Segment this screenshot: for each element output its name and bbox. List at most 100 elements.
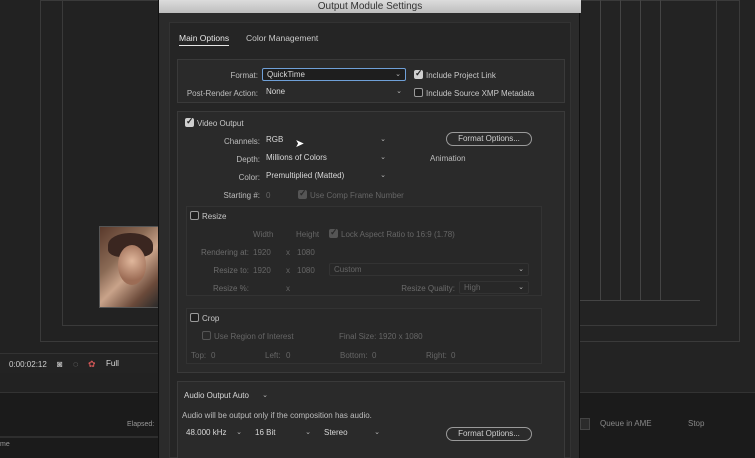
crop-right-value[interactable]: 0 — [451, 351, 455, 360]
bottom-left-label: me — [0, 441, 10, 448]
audio-output-panel: Audio Output Auto ⌄ Audio will be output… — [177, 381, 565, 458]
video-format-options-button[interactable]: Format Options... — [446, 132, 532, 146]
output-module-dialog: Output Module Settings Main Options Colo… — [158, 0, 581, 458]
chevron-down-icon: ⌄ — [396, 88, 402, 95]
crop-bottom-label: Bottom: — [340, 351, 368, 360]
resize-preset-value: Custom — [334, 265, 362, 274]
include-project-link-label: Include Project Link — [426, 71, 496, 80]
audio-format-options-button[interactable]: Format Options... — [446, 427, 532, 441]
queue-in-ame-button[interactable]: Queue in AME — [600, 419, 652, 428]
channels-select[interactable]: RGB ⌄ — [262, 134, 390, 147]
resize-quality-select[interactable]: High ⌄ — [459, 281, 529, 294]
audio-bits-value: 16 Bit — [255, 428, 276, 437]
audio-rate-value: 48.000 kHz — [186, 428, 227, 437]
use-comp-frame-checkbox[interactable] — [298, 188, 307, 199]
color-channel-icon[interactable]: ✿ — [88, 359, 96, 370]
channels-value: RGB — [266, 135, 284, 144]
resize-panel: Resize Width Height Lock Aspect Ratio to… — [186, 206, 542, 296]
chevron-down-icon: ⌄ — [518, 266, 524, 273]
resize-pct-label: Resize %: — [212, 284, 249, 293]
channels-label: Channels: — [223, 137, 260, 146]
chevron-down-icon: ⌄ — [395, 71, 401, 78]
chevron-down-icon: ⌄ — [236, 429, 242, 436]
crop-top-value[interactable]: 0 — [211, 351, 215, 360]
chevron-down-icon: ⌄ — [380, 154, 386, 161]
chevron-down-icon: ⌄ — [374, 429, 380, 436]
post-render-value: None — [266, 87, 286, 96]
audio-bits-select[interactable]: 16 Bit ⌄ — [251, 427, 315, 440]
queue-checkbox[interactable] — [580, 418, 590, 430]
post-render-label: Post-Render Action: — [186, 89, 258, 98]
starting-number-label: Starting #: — [223, 191, 260, 200]
width-header: Width — [253, 230, 274, 239]
chevron-down-icon: ⌄ — [262, 392, 268, 399]
lock-aspect-label: Lock Aspect Ratio to 16:9 (1.78) — [341, 230, 455, 239]
format-label: Format: — [230, 71, 258, 80]
use-roi-label: Use Region of Interest — [214, 332, 294, 341]
crop-label: Crop — [202, 314, 220, 323]
audio-output-mode-select[interactable]: Audio Output Auto ⌄ — [180, 390, 272, 403]
stop-button[interactable]: Stop — [688, 419, 704, 428]
video-output-label: Video Output — [197, 119, 244, 128]
chevron-down-icon: ⌄ — [380, 136, 386, 143]
rendering-at-height: 1080 — [297, 248, 315, 257]
crop-right-label: Right: — [426, 351, 447, 360]
rendering-at-label: Rendering at: — [200, 248, 249, 257]
use-roi-checkbox[interactable] — [202, 331, 211, 340]
include-xmp-checkbox[interactable] — [414, 88, 423, 97]
chevron-down-icon: ⌄ — [518, 284, 524, 291]
snapshot-icon[interactable]: ◌ — [73, 359, 78, 369]
dialog-body: Main Options Color Management Format: Qu… — [169, 22, 571, 458]
resize-label: Resize — [202, 212, 227, 221]
tab-color-management[interactable]: Color Management — [246, 33, 318, 43]
thumbnail-face — [118, 245, 146, 285]
resize-to-height[interactable]: 1080 — [297, 266, 315, 275]
lock-aspect-checkbox[interactable] — [329, 227, 338, 238]
viewer-toolbar: 0:00:02:12 ◙ ◌ ✿ Full — [0, 353, 158, 373]
include-project-link-checkbox[interactable] — [414, 68, 423, 79]
format-select[interactable]: QuickTime ⌄ — [262, 68, 406, 81]
video-output-checkbox[interactable] — [185, 116, 194, 127]
include-xmp-label: Include Source XMP Metadata — [426, 89, 535, 98]
resize-pct-x: x — [286, 284, 290, 293]
depth-value: Millions of Colors — [266, 153, 327, 162]
crop-left-value[interactable]: 0 — [286, 351, 290, 360]
camera-icon[interactable]: ◙ — [57, 359, 62, 369]
mouse-cursor-icon: ➤ — [295, 138, 305, 150]
rendering-at-width: 1920 — [253, 248, 271, 257]
use-comp-frame-label: Use Comp Frame Number — [310, 191, 404, 200]
codec-label: Animation — [430, 154, 466, 163]
resize-to-width[interactable]: 1920 — [253, 266, 271, 275]
video-output-panel: Video Output Channels: RGB ⌄ Depth: Mill… — [177, 111, 565, 373]
post-render-select[interactable]: None ⌄ — [262, 86, 406, 99]
dialog-title: Output Module Settings — [159, 0, 581, 13]
resize-to-x: x — [286, 266, 290, 275]
audio-channels-value: Stereo — [324, 428, 348, 437]
audio-note: Audio will be output only if the composi… — [182, 411, 372, 420]
crop-checkbox[interactable] — [190, 313, 199, 322]
crop-bottom-value[interactable]: 0 — [372, 351, 376, 360]
resize-quality-label: Resize Quality: — [401, 284, 455, 293]
final-size: Final Size: 1920 x 1080 — [339, 332, 423, 341]
guide-line — [580, 300, 700, 301]
timecode[interactable]: 0:00:02:12 — [9, 360, 47, 369]
audio-channels-select[interactable]: Stereo ⌄ — [320, 427, 384, 440]
resolution-select[interactable]: Full — [106, 359, 119, 368]
elapsed-label: Elapsed: — [127, 421, 155, 428]
starting-number-value[interactable]: 0 — [266, 191, 270, 200]
chevron-down-icon: ⌄ — [305, 429, 311, 436]
format-panel: Format: QuickTime ⌄ Post-Render Action: … — [177, 59, 565, 103]
tab-main-options[interactable]: Main Options — [179, 33, 230, 46]
guide-line — [640, 0, 641, 300]
resize-preset-select[interactable]: Custom ⌄ — [329, 263, 529, 276]
audio-rate-select[interactable]: 48.000 kHz ⌄ — [182, 427, 246, 440]
crop-top-label: Top: — [191, 351, 207, 360]
crop-panel: Crop Use Region of Interest Final Size: … — [186, 308, 542, 364]
color-value: Premultiplied (Matted) — [266, 171, 345, 180]
color-select[interactable]: Premultiplied (Matted) ⌄ — [262, 170, 390, 183]
footage-thumbnail — [99, 226, 159, 308]
resize-checkbox[interactable] — [190, 211, 199, 220]
resize-to-label: Resize to: — [213, 266, 249, 275]
depth-label: Depth: — [236, 155, 260, 164]
depth-select[interactable]: Millions of Colors ⌄ — [262, 152, 390, 165]
